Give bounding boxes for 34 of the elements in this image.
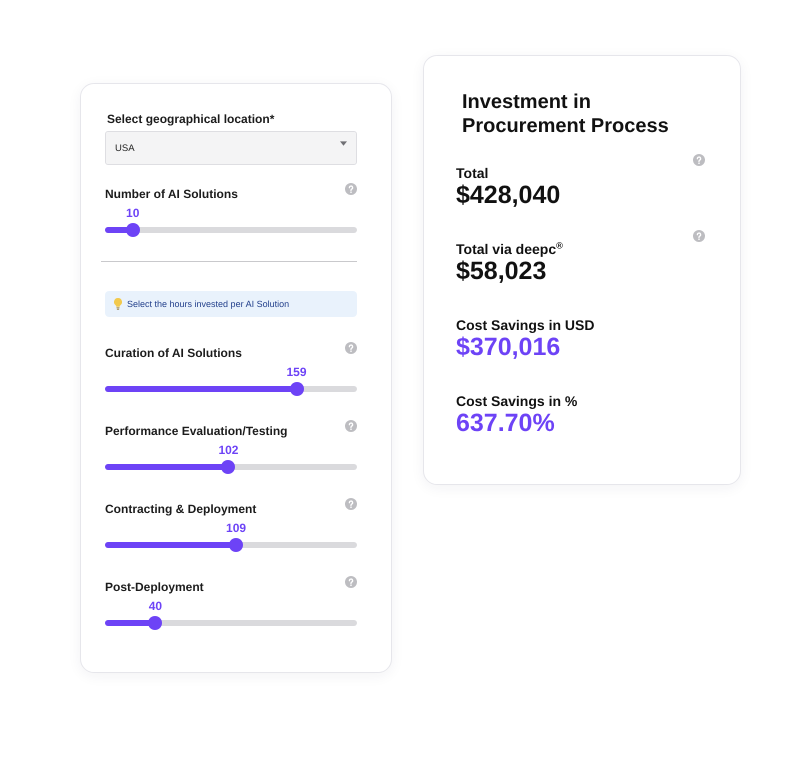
slider-thumb[interactable] [221, 460, 236, 474]
lightbulb-icon [114, 298, 122, 310]
metric-value: $428,040 [456, 181, 562, 210]
slider-label: Post-Deployment [105, 580, 204, 594]
slider-thumb[interactable] [148, 616, 162, 630]
slider-track[interactable] [105, 538, 357, 552]
slider-label: Performance Evaluation/Testing [105, 424, 288, 438]
slider-track[interactable] [105, 460, 357, 474]
slider-track[interactable] [105, 616, 357, 630]
field-label: Select geographical location* [107, 112, 276, 126]
slider-value: 159 [286, 365, 307, 379]
metric-value: $370,016 [456, 333, 562, 362]
slider-value: 102 [218, 443, 238, 457]
metric-value: $58,023 [456, 257, 548, 286]
card-title: Investment in Procurement Process [462, 90, 670, 138]
slider-label: Number of AI Solutions [105, 187, 238, 201]
slider-value: 10 [126, 206, 140, 220]
slider-track[interactable] [105, 223, 357, 237]
metric-value: 637.70% [456, 409, 556, 438]
slider-thumb[interactable] [229, 538, 244, 552]
slider-value: 40 [148, 599, 162, 613]
metric-label: Cost Savings in % [456, 393, 578, 409]
metric-label: Cost Savings in USD [456, 317, 594, 333]
slider-value: 109 [226, 521, 246, 535]
slider-label: Contracting & Deployment [105, 502, 256, 516]
slider-track[interactable] [105, 382, 357, 396]
metric-label: Total via deepc$^{®}$ [456, 241, 563, 257]
location-dropdown[interactable]: USA [105, 131, 357, 165]
metric-label: Total [456, 165, 488, 181]
slider-label: Curation of AI Solutions [105, 346, 242, 360]
slider-thumb[interactable] [126, 223, 140, 237]
hint-text: Select the hours invested per AI Solution [127, 299, 290, 309]
slider-thumb[interactable] [290, 382, 304, 396]
caret-icon [340, 140, 347, 146]
